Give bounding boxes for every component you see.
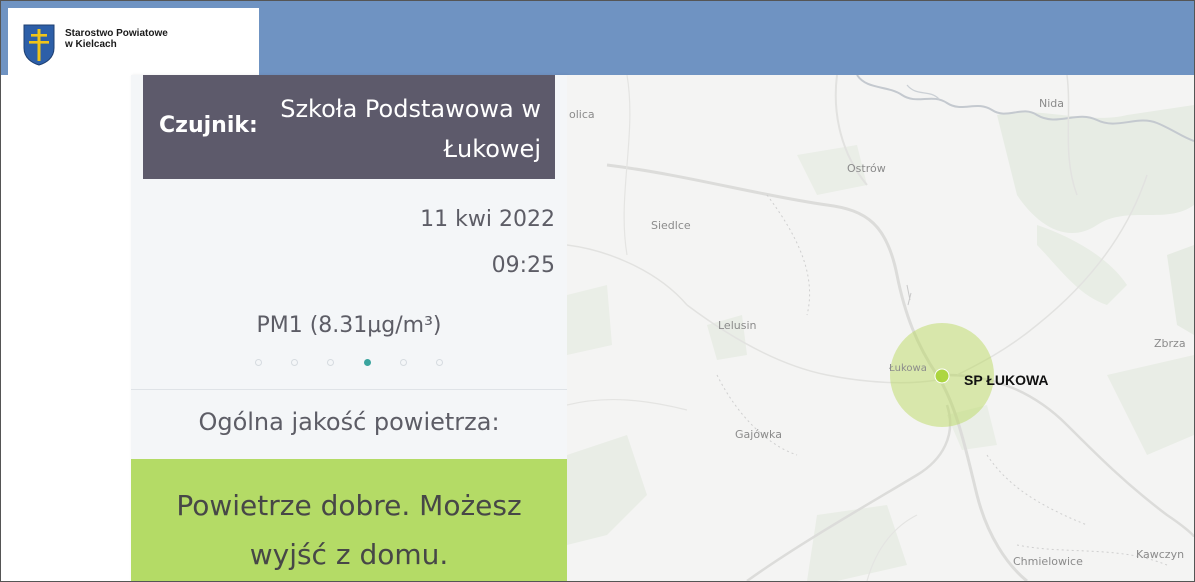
map-place: Zbrza <box>1154 337 1186 350</box>
logo-line-1: Starostwo Powiatowe <box>65 28 168 39</box>
carousel-dot[interactable] <box>435 359 443 366</box>
map-place: Chmielowice <box>1013 555 1083 568</box>
map-place: Lelusin <box>718 319 757 332</box>
map-canvas[interactable] <box>567 75 1194 581</box>
crest-icon <box>23 24 55 66</box>
map-place: Łukowa <box>889 363 927 374</box>
map-place: Nida <box>1039 97 1065 110</box>
reading-time: 09:25 <box>491 253 555 278</box>
air-quality-line-1: Powietrze dobre. Możesz <box>176 489 522 522</box>
carousel-dot[interactable] <box>399 359 407 366</box>
sensor-name: Szkoła Podstawowa w Łukowej <box>280 95 541 163</box>
left-margin <box>1 75 131 581</box>
air-quality-label: Ogólna jakość powietrza: <box>198 408 500 436</box>
map-place: olica <box>569 108 595 121</box>
reading-date: 11 kwi 2022 <box>420 207 555 232</box>
map-place: Ostrów <box>847 162 886 175</box>
air-quality-status: Powietrze dobre. Możesz wyjść z domu. <box>131 459 567 581</box>
logo-line-2: w Kielcach <box>65 39 117 50</box>
sensor-label: Czujnik: <box>159 113 258 138</box>
sensor-header: Czujnik: Szkoła Podstawowa w Łukowej <box>143 75 555 179</box>
logo[interactable]: Starostwo Powiatowe w Kielcach <box>8 8 259 75</box>
carousel-dot[interactable] <box>291 359 299 366</box>
pollutant-reading: PM1 (8.31µg/m³) <box>256 313 442 338</box>
carousel-dot[interactable] <box>255 359 263 366</box>
sensor-panel: Czujnik: Szkoła Podstawowa w Łukowej 11 … <box>131 75 568 581</box>
carousel-dot[interactable] <box>327 359 335 366</box>
header-bar: Starostwo Powiatowe w Kielcach <box>1 1 1194 75</box>
marker-label[interactable]: SP ŁUKOWA <box>964 372 1049 388</box>
air-quality-line-2: wyjść z domu. <box>249 538 449 571</box>
map[interactable]: olica Nida Ostrów Siedlce Lelusin Zbrza … <box>567 75 1194 581</box>
sensor-marker-icon[interactable] <box>934 368 950 384</box>
app-frame: Starostwo Powiatowe w Kielcach Czujnik: … <box>0 0 1195 582</box>
map-place: Siedlce <box>651 219 691 232</box>
divider <box>131 389 567 390</box>
carousel-dots <box>131 351 567 370</box>
map-place: Kawczyn <box>1136 548 1185 561</box>
map-place: Gajówka <box>735 428 782 441</box>
carousel-dot-active[interactable] <box>363 359 371 366</box>
